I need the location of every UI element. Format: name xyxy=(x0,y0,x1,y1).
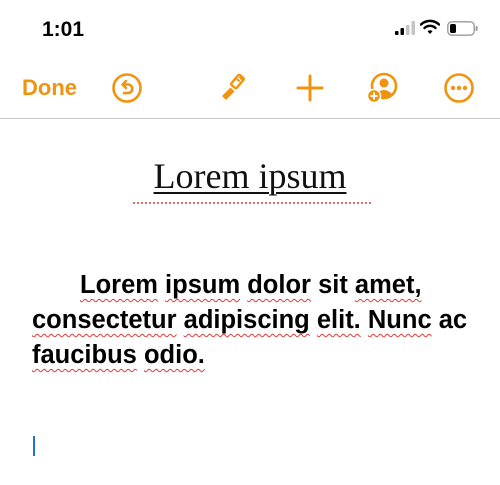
document-canvas[interactable]: Lorem ipsum Lorem ipsum dolor sit amet, … xyxy=(0,119,500,485)
body-word: consectetur xyxy=(32,306,177,334)
plus-icon[interactable] xyxy=(294,72,326,104)
body-word: faucibus xyxy=(32,341,137,369)
cellular-signal-icon xyxy=(395,21,415,35)
body-word: adipiscing xyxy=(183,306,310,334)
body-word: elit. xyxy=(316,306,361,334)
document-title-text: Lorem ipsum xyxy=(153,156,347,196)
battery-icon xyxy=(447,21,478,36)
document-title[interactable]: Lorem ipsum xyxy=(0,155,500,197)
body-word: ac xyxy=(438,306,468,334)
undo-icon[interactable] xyxy=(111,72,143,104)
title-spellcheck-underline xyxy=(133,202,373,204)
status-bar: 1:01 xyxy=(0,0,500,60)
body-word: Lorem xyxy=(80,271,158,299)
toolbar: Done xyxy=(0,60,500,119)
body-word: sit xyxy=(318,271,348,299)
more-icon[interactable] xyxy=(443,72,475,104)
collaborate-icon[interactable] xyxy=(366,72,398,104)
wifi-icon xyxy=(420,19,440,34)
body-word: Nunc xyxy=(367,306,432,334)
status-time: 1:01 xyxy=(42,18,85,41)
done-button[interactable]: Done xyxy=(22,75,77,101)
body-word: amet, xyxy=(354,271,422,299)
body-word: odio. xyxy=(143,341,205,369)
document-body[interactable]: Lorem ipsum dolor sit amet, consectetur … xyxy=(32,268,482,373)
text-cursor xyxy=(33,436,35,456)
paintbrush-icon[interactable] xyxy=(218,72,250,104)
body-word: ipsum xyxy=(165,271,241,299)
body-word: dolor xyxy=(247,271,311,299)
